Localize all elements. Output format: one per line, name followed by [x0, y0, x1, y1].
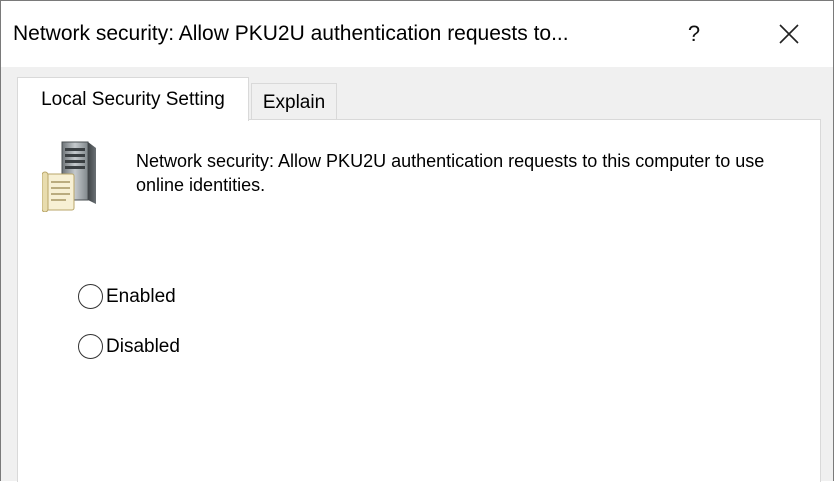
policy-dialog: Network security: Allow PKU2U authentica… [0, 0, 834, 482]
tab-strip: Local Security Setting Explain [1, 67, 833, 121]
help-button[interactable]: ? [669, 9, 719, 59]
policy-server-icon [42, 141, 96, 212]
settings-panel: Network security: Allow PKU2U authentica… [17, 119, 821, 482]
enabled-radio[interactable] [78, 284, 103, 309]
disabled-option[interactable]: Disabled [78, 334, 180, 359]
close-icon [779, 24, 799, 44]
disabled-radio[interactable] [78, 334, 103, 359]
title-bar: Network security: Allow PKU2U authentica… [1, 1, 833, 67]
tab-explain[interactable]: Explain [251, 83, 337, 121]
enabled-option[interactable]: Enabled [78, 284, 176, 309]
disabled-label: Disabled [106, 335, 180, 357]
tab-local-security-setting[interactable]: Local Security Setting [17, 77, 249, 121]
enabled-label: Enabled [106, 285, 176, 307]
dialog-title: Network security: Allow PKU2U authentica… [13, 22, 569, 45]
close-button[interactable] [759, 9, 819, 59]
policy-description: Network security: Allow PKU2U authentica… [136, 151, 765, 195]
